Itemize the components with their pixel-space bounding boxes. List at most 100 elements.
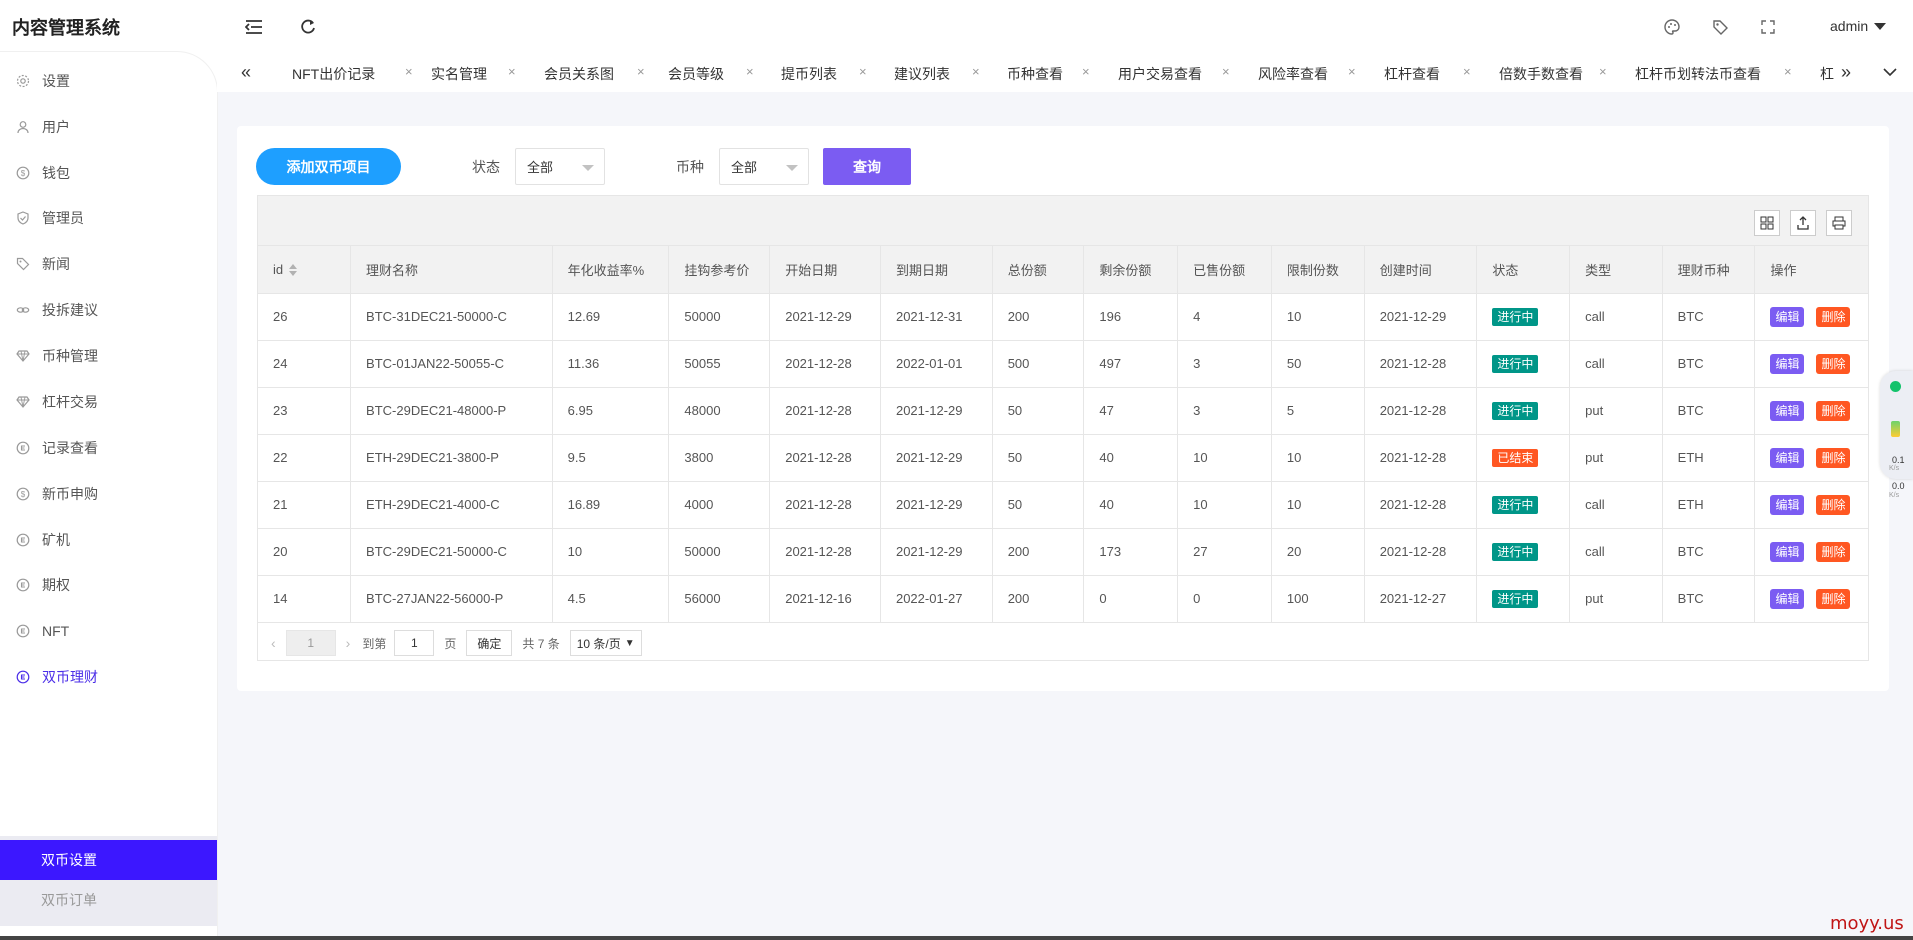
sidebar-item-nft[interactable]: NFT [0,611,217,651]
delete-button[interactable]: 删除 [1816,541,1851,562]
upload-speed: 0.1 [1892,455,1905,465]
tab-item[interactable]: 会员关系图 [544,64,614,84]
actions-cell: 编辑 删除 [1754,293,1868,341]
tabs-scroll-right-icon[interactable]: » [1841,62,1851,83]
sidebar-item-settings[interactable]: 设置 [0,61,217,101]
sidebar-item-dual-coin[interactable]: 双币理财 [0,657,217,697]
goto-confirm-button[interactable]: 确定 [466,630,513,656]
tab-item[interactable]: 会员等级 [668,64,724,84]
current-page[interactable]: 1 [285,630,336,656]
table-cell: 497 [1083,340,1179,388]
sidebar-item-label: 新币申购 [42,486,98,502]
tabs-dropdown-icon[interactable] [1883,64,1897,80]
circle-e-icon [16,670,30,684]
tab-close-icon[interactable]: × [746,64,754,79]
delete-button[interactable]: 删除 [1816,306,1851,327]
user-icon [16,120,30,134]
network-speed-widget[interactable]: 0.1 K/s [1880,371,1913,479]
sidebar-item-records[interactable]: 记录查看 [0,428,217,468]
submenu-item-dual-coin-orders[interactable]: 双币订单 [0,880,217,920]
sidebar-item-miners[interactable]: 矿机 [0,520,217,560]
tab-close-icon[interactable]: × [1463,64,1471,79]
tab-item[interactable]: 实名管理 [431,64,487,84]
table-cell: 23 [258,387,352,435]
table-cell: 4.5 [552,575,670,623]
tab-item[interactable]: 风险率查看 [1258,64,1328,84]
page-size-select[interactable]: 10 条/页 ▼ [569,630,642,656]
edit-button[interactable]: 编辑 [1770,306,1805,327]
tab-close-icon[interactable]: × [1599,64,1607,79]
table-cell: ETH-29DEC21-4000-C [350,481,553,529]
sidebar-item-leverage[interactable]: 杠杆交易 [0,382,217,422]
print-icon[interactable] [1826,210,1852,236]
add-dual-coin-button[interactable]: 添加双币项目 [256,148,401,185]
table-cell: 500 [992,340,1085,388]
tab-item[interactable]: 杠 [1820,64,1834,84]
sidebar-item-new-coin[interactable]: $ 新币申购 [0,474,217,514]
menu-collapse-icon[interactable] [243,16,265,38]
tab-close-icon[interactable]: × [1348,64,1356,79]
sidebar-item-suggestions[interactable]: 投拆建议 [0,290,217,330]
delete-button[interactable]: 删除 [1816,588,1851,609]
tab-close-icon[interactable]: × [637,64,645,79]
status-select[interactable]: 全部 [515,148,605,185]
delete-button[interactable]: 删除 [1816,447,1851,468]
column-header-label: 年化收益率% [567,262,645,278]
sidebar-item-options[interactable]: 期权 [0,565,217,605]
sidebar-item-users[interactable]: 用户 [0,107,217,147]
sidebar-item-wallet[interactable]: $ 钱包 [0,153,217,193]
columns-filter-icon[interactable] [1754,210,1780,236]
tab-close-icon[interactable]: × [1222,64,1230,79]
table-cell: 2021-12-29 [880,387,993,435]
tab-item[interactable]: 杠杆币划转法币查看 [1635,64,1761,84]
fullscreen-icon[interactable] [1757,16,1779,38]
tab-item[interactable]: 币种查看 [1007,64,1063,84]
refresh-icon[interactable] [297,16,319,38]
palette-icon[interactable] [1661,16,1683,38]
coin-select[interactable]: 全部 [719,148,809,185]
sort-icon[interactable] [289,264,298,277]
tab-close-icon[interactable]: × [1784,64,1792,79]
tab-item[interactable]: 杠杆查看 [1384,64,1440,84]
table-cell: BTC [1662,293,1756,341]
tag-icon[interactable] [1709,16,1731,38]
delete-button[interactable]: 删除 [1816,494,1851,515]
edit-button[interactable]: 编辑 [1770,494,1805,515]
edit-button[interactable]: 编辑 [1770,588,1805,609]
tab-close-icon[interactable]: × [972,64,980,79]
tab-close-icon[interactable]: × [859,64,867,79]
tab-item[interactable]: 用户交易查看 [1118,64,1202,84]
tab-item[interactable]: NFT出价记录 [292,64,375,84]
prev-page-icon[interactable]: ‹ [271,635,276,651]
edit-button[interactable]: 编辑 [1770,400,1805,421]
edit-button[interactable]: 编辑 [1770,447,1805,468]
edit-button[interactable]: 编辑 [1770,541,1805,562]
tab-close-icon[interactable]: × [1082,64,1090,79]
table-cell: 10 [1177,481,1272,529]
table-cell: 173 [1083,528,1179,576]
tab-item[interactable]: 提币列表 [781,64,837,84]
tab-close-icon[interactable]: × [405,64,413,79]
table-cell: 进行中 [1476,481,1571,529]
tab-item[interactable]: 建议列表 [894,64,950,84]
tab-item[interactable]: 倍数手数查看 [1499,64,1583,84]
edit-button[interactable]: 编辑 [1770,353,1805,374]
sidebar-item-admins[interactable]: 管理员 [0,198,217,238]
column-header[interactable]: id [258,246,352,294]
column-header: 状态 [1476,246,1571,294]
submenu-item-dual-coin-settings[interactable]: 双币设置 [0,840,217,880]
coin-filter-label: 币种 [676,159,704,175]
user-menu[interactable]: admin [1830,18,1887,34]
table-cell: BTC-01JAN22-50055-C [350,340,553,388]
tabs-scroll-left-icon[interactable]: « [241,62,251,83]
query-button[interactable]: 查询 [823,148,911,185]
sidebar-item-coins[interactable]: 币种管理 [0,336,217,376]
next-page-icon[interactable]: › [346,635,351,651]
tab-close-icon[interactable]: × [508,64,516,79]
delete-button[interactable]: 删除 [1816,353,1851,374]
table-cell: BTC-31DEC21-50000-C [350,293,553,341]
goto-page-input[interactable]: 1 [394,630,435,656]
delete-button[interactable]: 删除 [1816,400,1851,421]
export-icon[interactable] [1790,210,1816,236]
sidebar-item-news[interactable]: 新闻 [0,244,217,284]
